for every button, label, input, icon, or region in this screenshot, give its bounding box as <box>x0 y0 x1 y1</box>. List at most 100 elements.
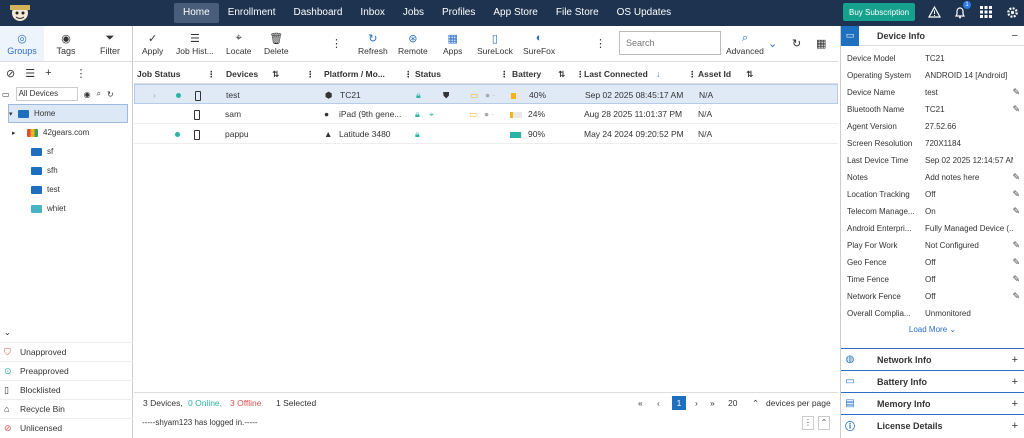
more-toolbar-icon[interactable]: ⋮ <box>595 26 606 62</box>
col-platform[interactable]: Platform / Mo... <box>324 64 385 84</box>
app-logo[interactable] <box>0 0 40 26</box>
prev-page-icon[interactable]: ‹ <box>657 393 660 413</box>
surefox-button[interactable]: ◐ SureFox <box>523 26 555 62</box>
column-grid-icon[interactable]: ▦ <box>816 26 826 62</box>
section-license-details[interactable]: ⓘ License Details + <box>841 414 1024 436</box>
list-item-preapproved[interactable]: ⊙ Preapproved <box>0 361 133 380</box>
tree-node-test[interactable]: test <box>31 180 132 199</box>
chevron-down-icon[interactable]: ⌄ <box>768 26 777 62</box>
notification-bell-icon[interactable]: 1 <box>952 1 971 21</box>
col-job-status[interactable]: Job Status <box>137 64 180 84</box>
buy-subscription-button[interactable]: Buy Subscription <box>843 3 915 21</box>
section-network-info[interactable]: ◍ Network Info + <box>841 348 1024 370</box>
sort-list-icon[interactable]: ☰ <box>25 67 35 80</box>
tree-node-home[interactable]: ▾ Home <box>8 104 128 123</box>
apps-grid-icon[interactable] <box>978 3 994 21</box>
nav-home[interactable]: Home <box>174 3 219 23</box>
list-item-blocklisted[interactable]: ▯ Blocklisted <box>0 380 133 399</box>
last-page-icon[interactable]: » <box>710 393 715 413</box>
log-menu-icon[interactable]: ⋮ <box>802 416 814 430</box>
tab-groups[interactable]: ◎ Groups <box>0 26 44 61</box>
device-name-cell[interactable]: test <box>226 85 240 105</box>
section-memory-info[interactable]: ▤ Memory Info + <box>841 392 1024 414</box>
tree-node-sf[interactable]: sf <box>31 142 132 161</box>
edit-pencil-icon[interactable]: ✎ <box>1012 84 1020 101</box>
current-page[interactable]: 1 <box>672 396 686 410</box>
expand-plus-icon[interactable]: + <box>1012 398 1018 410</box>
job-history-button[interactable]: ☰ Job Hist... <box>176 26 214 62</box>
list-item-unapproved[interactable]: ⛉ Unapproved <box>0 342 133 361</box>
search-input[interactable] <box>619 31 721 55</box>
edit-pencil-icon[interactable]: ✎ <box>1012 101 1020 118</box>
chevron-up-icon[interactable]: ⌃ <box>752 393 759 413</box>
col-menu-icon[interactable]: ⋮ <box>688 64 697 84</box>
alert-icon[interactable] <box>926 3 942 21</box>
edit-pencil-icon[interactable]: ✎ <box>1012 254 1020 271</box>
sort-desc-icon[interactable]: ↓ <box>656 64 660 84</box>
surelock-button[interactable]: ▯ SureLock <box>477 26 513 62</box>
col-last-connected[interactable]: Last Connected <box>584 64 648 84</box>
col-menu-icon[interactable]: ⋮ <box>500 64 509 84</box>
search-groups-icon[interactable]: ⌕ <box>97 89 101 99</box>
nav-os-updates[interactable]: OS Updates <box>608 3 680 23</box>
refresh-groups-icon[interactable]: ↻ <box>107 90 114 99</box>
device-info-header[interactable]: ▭ Device Info − <box>841 25 1024 46</box>
expand-plus-icon[interactable]: + <box>1012 354 1018 366</box>
table-row[interactable]: › test ⬢ TC21 🔒︎ ⛊ ▭ ● · 40% Sep 02 2025… <box>134 84 838 104</box>
edit-pencil-icon[interactable]: ✎ <box>1012 271 1020 288</box>
col-status[interactable]: Status <box>415 64 441 84</box>
device-name-cell[interactable]: pappu <box>225 124 249 144</box>
more-actions-icon[interactable]: ⋮ <box>331 26 342 62</box>
tree-node-42gears[interactable]: ▸ 42gears.com <box>12 123 132 142</box>
next-page-icon[interactable]: › <box>695 393 698 413</box>
notes-value[interactable]: Add notes here <box>925 169 1013 186</box>
nav-app-store[interactable]: App Store <box>484 3 546 23</box>
device-name-cell[interactable]: sam <box>225 104 241 124</box>
sort-icon[interactable]: ⇅ <box>746 64 753 84</box>
locate-button[interactable]: ⌖ Locate <box>226 26 252 62</box>
settings-gear-icon[interactable] <box>1004 3 1020 21</box>
refresh-button[interactable]: ↻ Refresh <box>358 26 388 62</box>
expand-caret-icon[interactable]: ▸ <box>12 129 21 137</box>
edit-pencil-icon[interactable]: ✎ <box>1012 186 1020 203</box>
sort-icon[interactable]: ⇅ <box>558 64 565 84</box>
first-page-icon[interactable]: « <box>638 393 643 413</box>
reload-grid-icon[interactable]: ↻ <box>792 26 801 62</box>
table-row[interactable]: pappu ▲ Latitude 3480 🔒︎ 90% May 24 2024… <box>134 124 838 144</box>
log-expand-icon[interactable]: ⌃ <box>818 416 830 430</box>
nav-jobs[interactable]: Jobs <box>394 3 433 23</box>
col-menu-icon[interactable]: ⋮ <box>306 64 315 84</box>
tree-node-sfh[interactable]: sfh <box>31 161 132 180</box>
view-toggle-icon[interactable]: ◉ <box>84 90 91 99</box>
col-menu-icon[interactable]: ⋮ <box>207 64 216 84</box>
list-item-unlicensed[interactable]: ⊘ Unlicensed <box>0 418 133 437</box>
expand-plus-icon[interactable]: + <box>1012 376 1018 388</box>
edit-pencil-icon[interactable]: ✎ <box>1012 169 1020 186</box>
edit-pencil-icon[interactable]: ✎ <box>1012 203 1020 220</box>
nav-profiles[interactable]: Profiles <box>433 3 484 23</box>
section-battery-info[interactable]: ▭ Battery Info + <box>841 370 1024 392</box>
expand-plus-icon[interactable]: + <box>1012 420 1018 432</box>
sort-icon[interactable]: ⇅ <box>272 64 279 84</box>
advanced-search-button[interactable]: ⌕ Advanced <box>726 26 764 62</box>
nav-dashboard[interactable]: Dashboard <box>285 3 352 23</box>
apps-button[interactable]: ▦ Apps <box>443 26 462 62</box>
tab-filter[interactable]: ⏷ Filter <box>88 26 132 61</box>
nav-enrollment[interactable]: Enrollment <box>219 3 285 23</box>
table-row[interactable]: sam ● iPad (9th gene... 🔒︎ ⌖ ▭ ● · 24% A… <box>134 104 838 124</box>
device-filter-select[interactable]: All Devices <box>15 87 78 101</box>
load-more-button[interactable]: Load More ⌄ <box>841 322 1024 338</box>
col-devices[interactable]: Devices <box>226 64 258 84</box>
list-item-recycle-bin[interactable]: ⌂ Recycle Bin <box>0 399 133 418</box>
row-expand-icon[interactable]: › <box>153 85 156 105</box>
per-page-select[interactable]: 20 <box>728 393 737 413</box>
collapse-icon[interactable]: − <box>1012 30 1018 42</box>
nav-file-store[interactable]: File Store <box>547 3 608 23</box>
nav-inbox[interactable]: Inbox <box>351 3 393 23</box>
edit-pencil-icon[interactable]: ✎ <box>1012 237 1020 254</box>
select-all-icon[interactable]: ⊘ <box>6 67 15 80</box>
more-options-icon[interactable]: ⋮ <box>76 67 87 80</box>
tab-tags[interactable]: ◉ Tags <box>44 26 88 61</box>
apply-button[interactable]: ✓ Apply <box>142 26 163 62</box>
add-group-icon[interactable]: + <box>45 67 51 79</box>
